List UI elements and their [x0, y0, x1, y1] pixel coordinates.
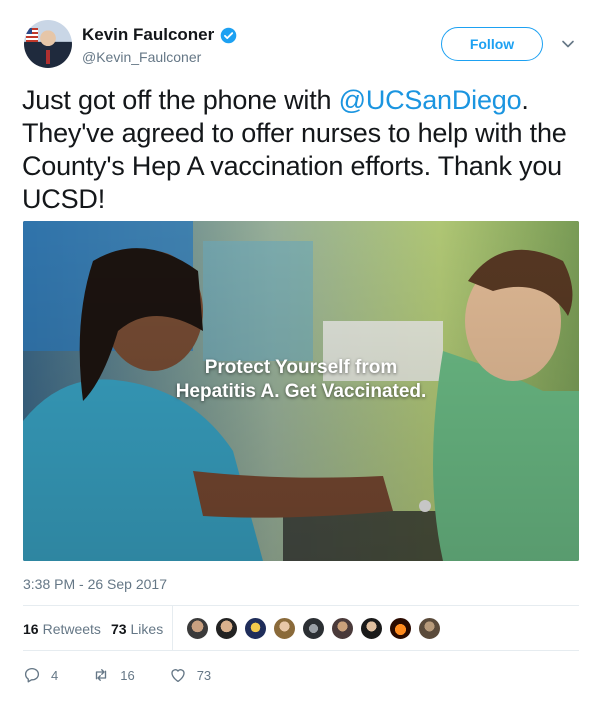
tweet-timestamp[interactable]: 3:38 PM - 26 Sep 2017	[23, 576, 167, 592]
chevron-down-icon[interactable]	[560, 36, 576, 52]
retweets-count: 16	[23, 621, 39, 637]
likes-count: 73	[110, 621, 127, 637]
likes-label: Likes	[130, 621, 164, 637]
liker-avatar[interactable]	[273, 617, 296, 640]
name-row: Kevin Faulconer	[82, 25, 237, 45]
retweet-count: 16	[120, 667, 135, 683]
tweet-text-before: Just got off the phone with	[22, 85, 339, 115]
retweets-stat[interactable]: 16 Retweets	[23, 621, 101, 637]
liker-avatar[interactable]	[360, 617, 383, 640]
reply-icon	[24, 667, 40, 683]
likes-stat[interactable]: 73 Likes	[111, 621, 163, 637]
follow-button[interactable]: Follow	[441, 27, 543, 61]
tweet-actions: 4 16 73	[23, 662, 245, 688]
display-name[interactable]: Kevin Faulconer	[82, 25, 214, 45]
tweet-media-image[interactable]: Protect Yourself from Hepatitis A. Get V…	[23, 221, 579, 561]
divider	[23, 650, 579, 651]
liker-avatar[interactable]	[215, 617, 238, 640]
reply-button[interactable]: 4	[23, 666, 58, 684]
stats-separator	[172, 606, 173, 650]
flag-decoration	[26, 28, 38, 42]
retweet-button[interactable]: 16	[92, 666, 135, 684]
avatar[interactable]	[24, 20, 72, 68]
liker-avatar[interactable]	[186, 617, 209, 640]
overlay-line-1: Protect Yourself from	[204, 357, 398, 378]
mention-link[interactable]: @UCSanDiego	[339, 85, 522, 115]
liker-avatar[interactable]	[331, 617, 354, 640]
reply-count: 4	[51, 667, 59, 683]
liker-avatar[interactable]	[302, 617, 325, 640]
retweets-label: Retweets	[42, 621, 101, 637]
liker-avatar[interactable]	[244, 617, 267, 640]
tie-decoration	[46, 50, 50, 64]
tweet-stats: 16 Retweets 73 Likes	[23, 613, 173, 645]
liker-avatar[interactable]	[389, 617, 412, 640]
liker-avatar[interactable]	[418, 617, 441, 640]
user-handle[interactable]: @Kevin_Faulconer	[82, 49, 201, 65]
overlay-line-2: Hepatitis A. Get Vaccinated.	[175, 381, 427, 402]
divider	[23, 605, 579, 606]
tweet-text: Just got off the phone with @UCSanDiego.…	[22, 84, 582, 216]
tweet-header: Kevin Faulconer @Kevin_Faulconer Follow	[24, 20, 580, 70]
retweet-icon	[96, 669, 107, 681]
heart-icon	[171, 669, 185, 683]
like-button[interactable]: 73	[169, 666, 211, 684]
like-count: 73	[196, 667, 212, 683]
verified-badge-icon	[220, 27, 237, 43]
liker-avatars	[186, 617, 447, 640]
media-overlay-text: Protect Yourself from Hepatitis A. Get V…	[23, 356, 579, 404]
